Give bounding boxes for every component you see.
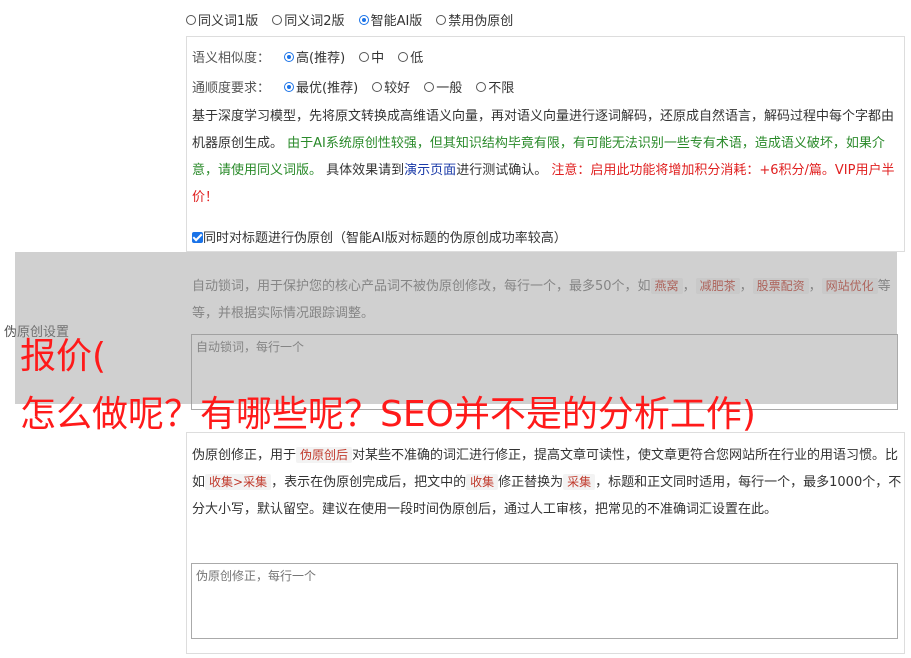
mode-radio-group: 同义词1版 同义词2版 智能AI版 禁用伪原创 — [186, 10, 513, 29]
fluency-label: 通顺度要求： — [192, 81, 271, 96]
radio-icon[interactable] — [272, 14, 283, 25]
title-checkbox-row[interactable]: 同时对标题进行伪原创（智能AI版对标题的伪原创成功率较高） — [192, 227, 567, 246]
fluency-normal[interactable]: 一般 — [424, 77, 462, 96]
radio-selected-icon[interactable] — [284, 81, 295, 92]
inline-tag: 伪原创后 — [296, 447, 353, 463]
radio-icon[interactable] — [476, 81, 487, 92]
mode-option-ai[interactable]: 智能AI版 — [358, 10, 422, 29]
checkbox-checked-icon[interactable] — [192, 232, 203, 243]
radio-icon[interactable] — [436, 14, 447, 25]
radio-icon[interactable] — [424, 81, 435, 92]
mode-option-synonym2[interactable]: 同义词2版 — [272, 10, 345, 29]
similarity-low[interactable]: 低 — [398, 47, 423, 66]
radio-icon[interactable] — [359, 51, 370, 62]
similarity-label: 语义相似度： — [192, 51, 271, 66]
correction-description: 伪原创修正，用于 伪原创后 对某些不准确的词汇进行修正，提高文章可读性，使文章更符合… — [192, 447, 902, 517]
fluency-row: 通顺度要求： 最优(推荐) 较好 一般 不限 — [192, 77, 514, 96]
fluency-good[interactable]: 较好 — [372, 77, 410, 96]
inline-tag: 采集 — [563, 474, 596, 490]
radio-icon[interactable] — [372, 81, 383, 92]
inline-tag: 收集 — [466, 474, 499, 490]
similarity-medium[interactable]: 中 — [359, 47, 384, 66]
mode-option-disable[interactable]: 禁用伪原创 — [436, 10, 513, 29]
fluency-best[interactable]: 最优(推荐) — [284, 77, 358, 96]
inline-tag: 收集>采集 — [205, 474, 272, 490]
similarity-row: 语义相似度： 高(推荐) 中 低 — [192, 47, 423, 66]
radio-selected-icon[interactable] — [284, 51, 295, 62]
demo-page-link[interactable]: 演示页面 — [404, 163, 456, 178]
radio-icon[interactable] — [398, 51, 409, 62]
mode-option-synonym1[interactable]: 同义词1版 — [186, 10, 258, 29]
radio-selected-icon[interactable] — [358, 14, 369, 25]
fluency-unlimited[interactable]: 不限 — [476, 77, 514, 96]
overlay-text-line1: 报价( — [20, 336, 107, 377]
overlay-band — [15, 252, 897, 404]
similarity-high[interactable]: 高(推荐) — [284, 47, 345, 66]
radio-icon[interactable] — [186, 14, 196, 25]
correction-textarea[interactable] — [191, 563, 898, 639]
ai-description: 基于深度学习模型，先将原文转换成高维语义向量，再对语义向量进行逐词解码，还原成自… — [192, 109, 895, 205]
